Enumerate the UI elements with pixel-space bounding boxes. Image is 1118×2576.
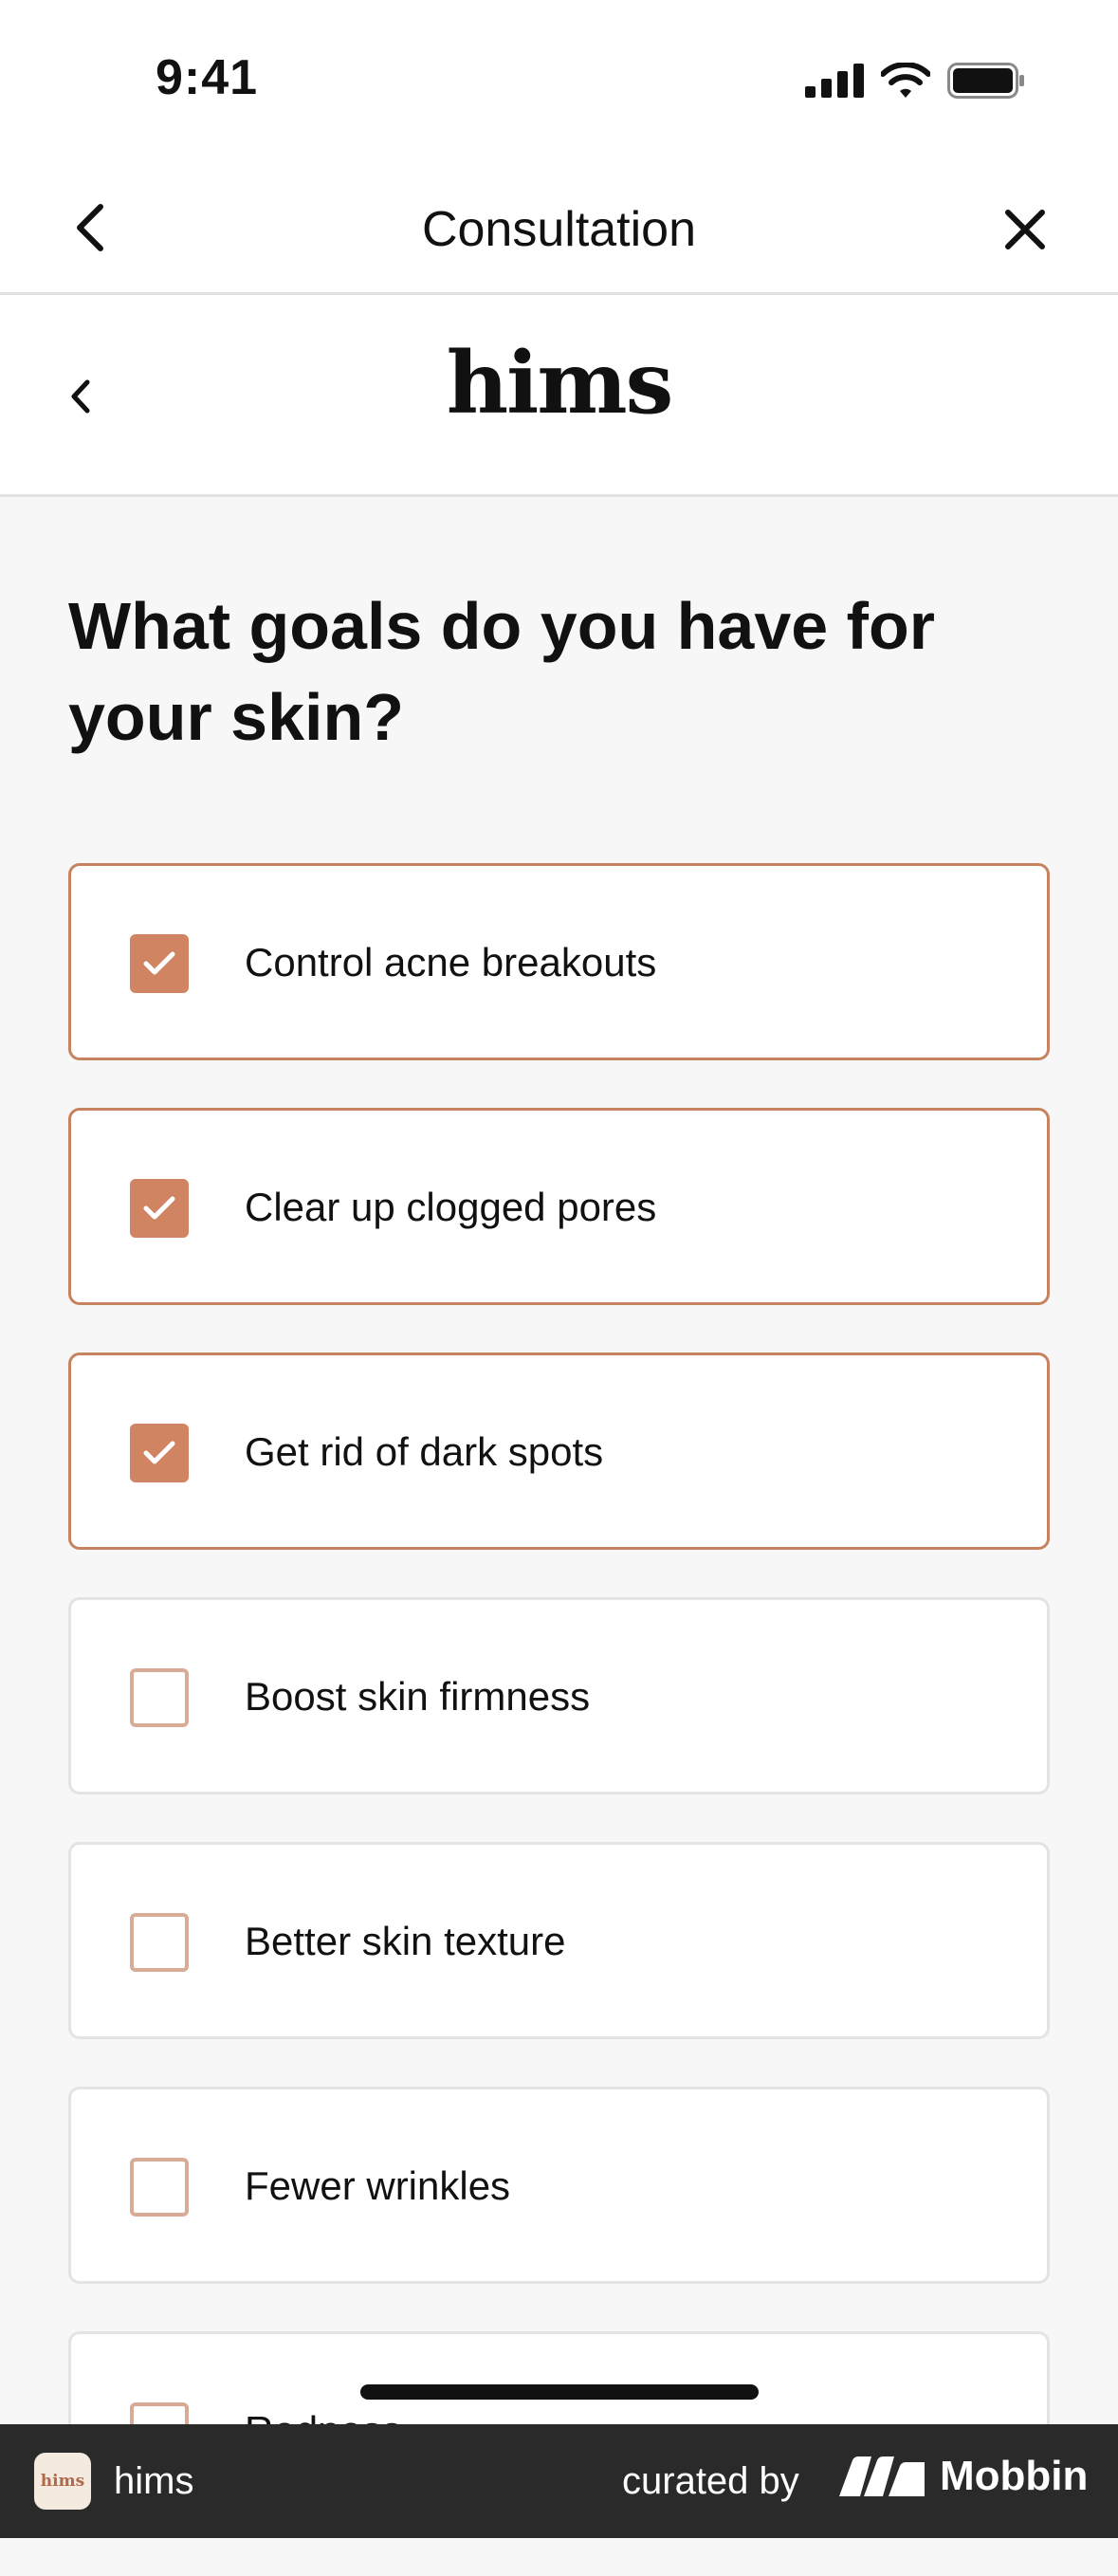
goal-option-fewer-wrinkles[interactable]: Fewer wrinkles — [68, 2087, 1050, 2284]
checkmark-icon — [143, 1441, 175, 1464]
goal-option-get-rid-of-dark-spots[interactable]: Get rid of dark spots — [68, 1352, 1050, 1550]
goal-option-label: Better skin texture — [245, 1919, 566, 1963]
goal-option-clear-up-clogged-pores[interactable]: Clear up clogged pores — [68, 1108, 1050, 1305]
goal-option-label: Clear up clogged pores — [245, 1185, 657, 1229]
goal-option-label: Fewer wrinkles — [245, 2163, 511, 2208]
app-name: hims — [114, 2460, 194, 2502]
hims-logo: hims — [446, 333, 674, 433]
curated-by-text: curated by — [622, 2460, 799, 2502]
mobbin-brand: Mobbin — [839, 2453, 1088, 2500]
goal-option-boost-skin-firmness[interactable]: Boost skin firmness — [68, 1597, 1050, 1794]
consultation-nav-bar: Consultation — [0, 161, 1118, 295]
goal-option-label: Control acne breakouts — [245, 940, 657, 984]
close-icon — [1005, 210, 1045, 249]
checkmark-icon — [143, 951, 175, 975]
checkmark-icon — [143, 1196, 175, 1220]
goal-option-better-skin-texture[interactable]: Better skin texture — [68, 1842, 1050, 2039]
goal-option-label: Boost skin firmness — [245, 1674, 591, 1719]
status-bar: 9:41 — [0, 0, 1118, 161]
goal-options-list: Control acne breakouts Clear up clogged … — [68, 863, 1050, 2576]
goal-option-label: Get rid of dark spots — [245, 1429, 604, 1474]
goal-checkbox[interactable] — [130, 1668, 189, 1727]
mobbin-text: Mobbin — [940, 2453, 1089, 2499]
cellular-signal-icon — [805, 64, 864, 98]
goal-option-control-acne-breakouts[interactable]: Control acne breakouts — [68, 863, 1050, 1060]
status-time: 9:41 — [156, 50, 259, 105]
goal-checkbox[interactable] — [130, 2158, 189, 2217]
brand-header: hims — [0, 295, 1118, 497]
goal-checkbox[interactable] — [130, 934, 189, 993]
nav-title: Consultation — [421, 202, 697, 257]
status-icons — [805, 63, 1025, 99]
mobbin-logo-icon — [839, 2456, 925, 2496]
mobbin-footer: hims hims curated by Mobbin — [0, 2424, 1118, 2538]
goal-checkbox[interactable] — [130, 1179, 189, 1238]
question-title: What goals do you have for your skin? — [68, 589, 935, 754]
goal-checkbox[interactable] — [130, 1913, 189, 1972]
goal-checkbox[interactable] — [130, 1424, 189, 1482]
close-button[interactable] — [1000, 205, 1050, 254]
home-indicator — [360, 2384, 759, 2400]
app-icon: hims — [34, 2453, 91, 2510]
wifi-icon — [881, 63, 930, 98]
battery-icon — [947, 63, 1024, 99]
